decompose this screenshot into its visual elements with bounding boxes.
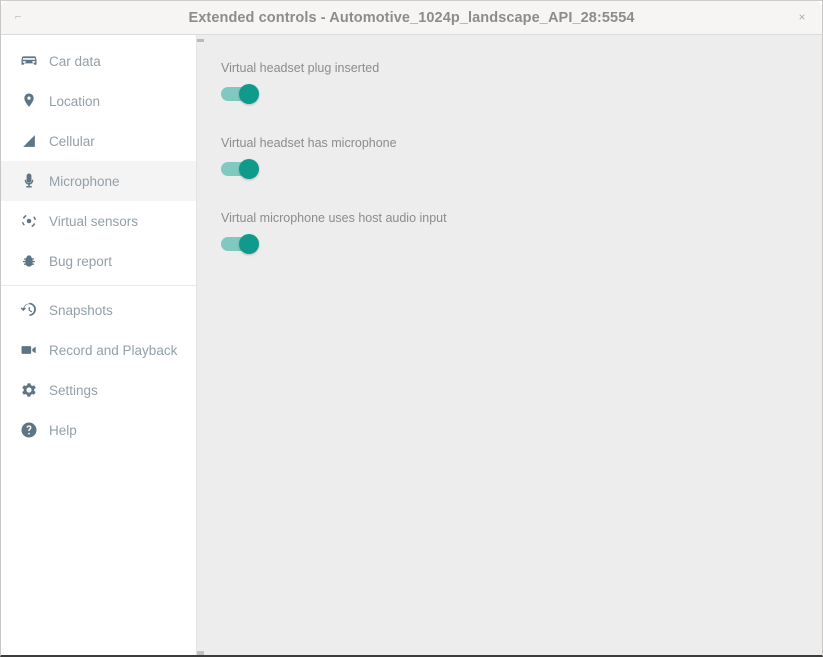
scrollbar-bottom-marker[interactable] — [197, 651, 204, 655]
sidebar-item-settings[interactable]: Settings — [1, 370, 196, 410]
sidebar-item-location[interactable]: Location — [1, 81, 196, 121]
sidebar-item-virtual-sensors[interactable]: Virtual sensors — [1, 201, 196, 241]
toggle-switch[interactable] — [221, 234, 257, 254]
sidebar-item-label: Car data — [49, 54, 101, 69]
setting-row: Virtual headset plug inserted — [221, 61, 822, 104]
car-icon — [17, 50, 41, 72]
toggle-knob — [239, 234, 259, 254]
sidebar-item-label: Help — [49, 423, 77, 438]
sidebar-item-car-data[interactable]: Car data — [1, 41, 196, 81]
close-icon[interactable]: × — [796, 10, 808, 24]
cellular-signal-icon — [17, 130, 41, 152]
scrollbar-thumb[interactable] — [197, 39, 204, 42]
window-menu-icon[interactable]: ⌐ — [15, 12, 21, 23]
toggle-switch[interactable] — [221, 159, 257, 179]
setting-label: Virtual microphone uses host audio input — [221, 211, 822, 225]
sidebar-item-label: Settings — [49, 383, 98, 398]
sidebar-item-bug-report[interactable]: Bug report — [1, 241, 196, 281]
microphone-icon — [17, 170, 41, 192]
sidebar-item-microphone[interactable]: Microphone — [1, 161, 196, 201]
window-title: Extended controls - Automotive_1024p_lan… — [188, 10, 634, 26]
gear-icon — [17, 379, 41, 401]
window-body: Car data Location Cellular Microphone Virtua… — [1, 35, 822, 655]
main-panel: Virtual headset plug inserted Virtual hea… — [197, 35, 822, 655]
setting-row: Virtual microphone uses host audio input — [221, 211, 822, 254]
toggle-knob — [239, 159, 259, 179]
sidebar-item-label: Microphone — [49, 174, 120, 189]
microphone-settings-list: Virtual headset plug inserted Virtual hea… — [197, 35, 822, 254]
orbit-sensor-icon — [17, 210, 41, 232]
setting-label: Virtual headset has microphone — [221, 136, 822, 150]
toggle-switch[interactable] — [221, 84, 257, 104]
history-clock-icon — [17, 299, 41, 321]
toggle-knob — [239, 84, 259, 104]
video-camera-icon — [17, 339, 41, 361]
titlebar[interactable]: ⌐ Extended controls - Automotive_1024p_l… — [1, 1, 822, 35]
sidebar-divider — [1, 285, 196, 286]
sidebar-item-help[interactable]: Help — [1, 410, 196, 450]
extended-controls-window: ⌐ Extended controls - Automotive_1024p_l… — [0, 0, 823, 657]
sidebar-item-label: Virtual sensors — [49, 214, 138, 229]
sidebar-item-label: Location — [49, 94, 100, 109]
help-question-icon — [17, 419, 41, 441]
bug-icon — [17, 250, 41, 272]
location-pin-icon — [17, 90, 41, 112]
sidebar-item-cellular[interactable]: Cellular — [1, 121, 196, 161]
sidebar-item-label: Bug report — [49, 254, 112, 269]
sidebar-item-label: Cellular — [49, 134, 95, 149]
setting-row: Virtual headset has microphone — [221, 136, 822, 179]
sidebar-item-record-and-playback[interactable]: Record and Playback — [1, 330, 196, 370]
setting-label: Virtual headset plug inserted — [221, 61, 822, 75]
sidebar-item-snapshots[interactable]: Snapshots — [1, 290, 196, 330]
sidebar-item-label: Snapshots — [49, 303, 113, 318]
sidebar-item-label: Record and Playback — [49, 343, 177, 358]
sidebar: Car data Location Cellular Microphone Virtua… — [1, 35, 197, 655]
